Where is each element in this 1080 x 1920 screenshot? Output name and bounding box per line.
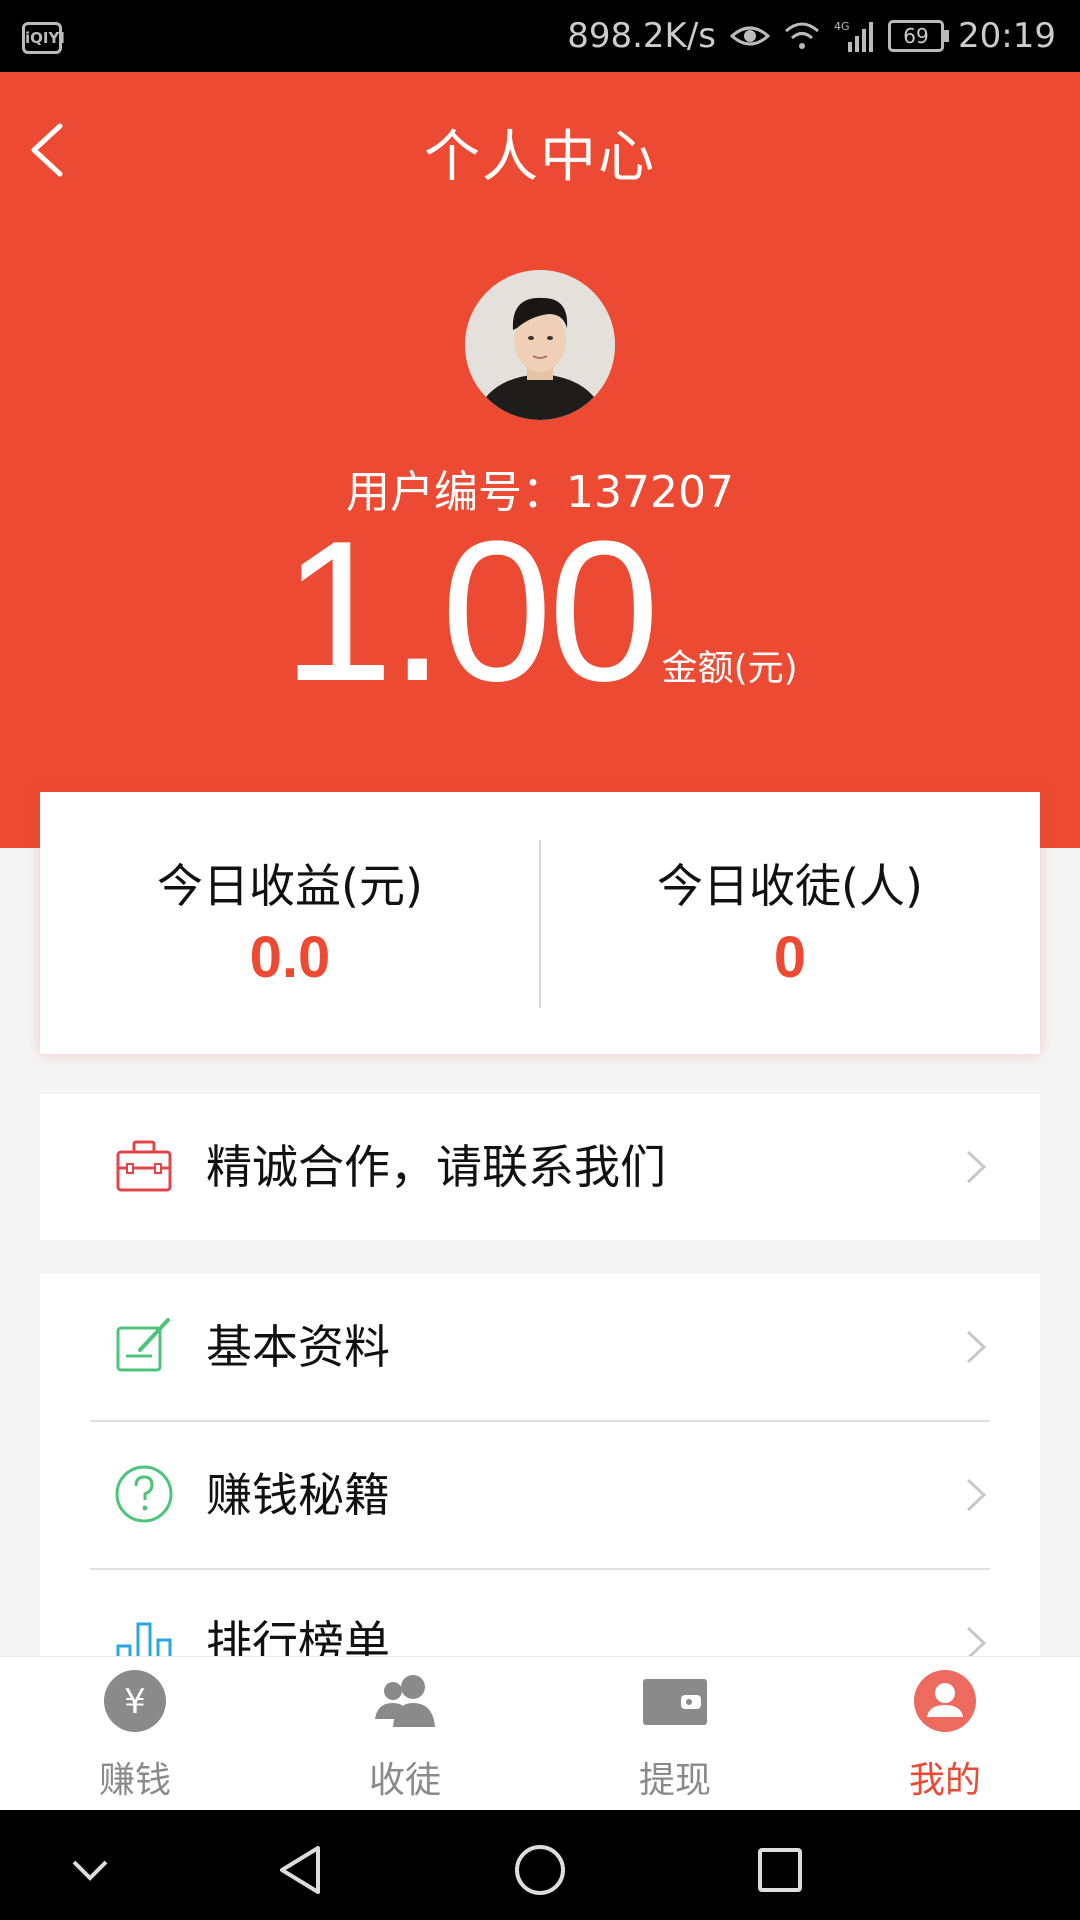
tab-label: 赚钱 xyxy=(98,1760,171,1801)
today-earnings-label: 今日收益(元) xyxy=(157,859,423,913)
bar-chart-icon xyxy=(116,1622,172,1656)
status-bar-right: 898.2K/s 4G 69 20:19 xyxy=(567,0,1056,72)
battery-icon: 69 xyxy=(888,20,950,52)
svg-text:¥: ¥ xyxy=(124,1682,146,1722)
tab-label: 提现 xyxy=(638,1760,711,1801)
back-triangle-icon[interactable] xyxy=(272,1840,332,1900)
question-icon xyxy=(115,1465,173,1523)
tab-withdraw[interactable]: 提现 xyxy=(540,1657,810,1811)
network-speed: 898.2K/s xyxy=(567,16,717,56)
home-circle-icon[interactable] xyxy=(510,1840,570,1900)
recents-square-icon[interactable] xyxy=(750,1840,810,1900)
stats-card: 今日收益(元) 0.0 今日收徒(人) 0 xyxy=(40,792,1040,1054)
tab-label: 收徒 xyxy=(368,1760,441,1801)
menu-item-earning-tips[interactable]: 赚钱秘籍 xyxy=(40,1422,1040,1568)
avatar[interactable] xyxy=(465,270,615,420)
wifi-icon xyxy=(785,22,820,49)
bottom-tab-bar: ¥ 赚钱 收徒 提现 我的 xyxy=(0,1656,1080,1811)
tab-label: 我的 xyxy=(908,1760,981,1801)
menu-item-label: 排行榜单 xyxy=(206,1616,390,1656)
briefcase-icon xyxy=(116,1140,172,1192)
iqiyi-app-icon: iQIYI xyxy=(22,22,65,54)
chevron-right-icon xyxy=(966,1478,987,1512)
cooperation-group: 精诚合作，请联系我们 xyxy=(40,1094,1040,1240)
yen-icon: ¥ xyxy=(104,1670,166,1732)
today-earnings-value: 0.0 xyxy=(249,925,331,990)
clock: 20:19 xyxy=(958,16,1056,56)
status-bar: iQIYI 898.2K/s 4G 69 20:19 xyxy=(0,0,1080,72)
balance-value: 1.00 xyxy=(282,500,659,723)
signal-icon: 4G xyxy=(834,20,874,52)
chevron-right-icon xyxy=(966,1330,987,1364)
profile-icon xyxy=(914,1670,976,1732)
tab-earn[interactable]: ¥ 赚钱 xyxy=(0,1657,270,1811)
menu-item-leaderboard[interactable]: 排行榜单 xyxy=(40,1570,1040,1656)
chevron-down-icon[interactable] xyxy=(60,1840,120,1900)
today-earnings: 今日收益(元) 0.0 xyxy=(40,792,540,1054)
today-recruits-label: 今日收徒(人) xyxy=(657,859,923,913)
menu-item-label: 赚钱秘籍 xyxy=(206,1468,390,1522)
wallet-icon xyxy=(643,1679,707,1725)
page-title: 个人中心 xyxy=(424,125,656,190)
users-icon xyxy=(375,1675,435,1727)
settings-menu: 基本资料 赚钱秘籍 排行榜单 xyxy=(40,1274,1040,1656)
today-recruits: 今日收徒(人) 0 xyxy=(540,792,1040,1054)
tab-mine[interactable]: 我的 xyxy=(810,1657,1080,1811)
menu-item-cooperation[interactable]: 精诚合作，请联系我们 xyxy=(40,1094,1040,1240)
today-recruits-value: 0 xyxy=(773,925,807,990)
balance: 1.00 金额(元) xyxy=(0,512,1080,712)
menu-item-label: 基本资料 xyxy=(206,1320,390,1374)
eye-icon xyxy=(730,26,771,46)
svg-text:4G: 4G xyxy=(834,20,850,33)
edit-icon xyxy=(116,1318,170,1372)
chevron-right-icon xyxy=(966,1626,987,1656)
system-nav-bar xyxy=(0,1810,1080,1920)
chevron-right-icon xyxy=(966,1150,987,1184)
profile-header: 个人中心 用户编号：137207 1.00 金额(元) xyxy=(0,72,1080,848)
menu-item-profile-info[interactable]: 基本资料 xyxy=(40,1274,1040,1420)
menu-item-label: 精诚合作，请联系我们 xyxy=(206,1140,666,1194)
tab-recruit[interactable]: 收徒 xyxy=(270,1657,540,1811)
balance-unit: 金额(元) xyxy=(661,648,798,689)
